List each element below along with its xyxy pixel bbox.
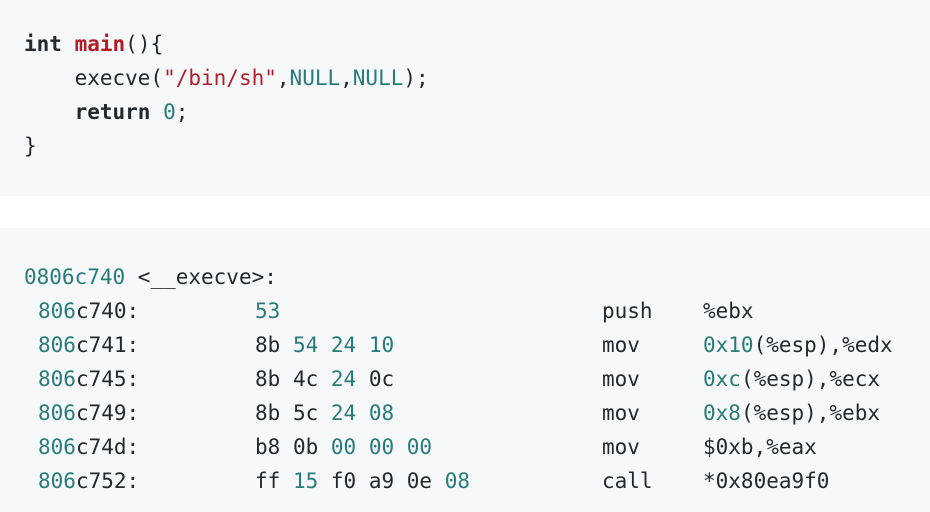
instruction-byte: 0e [406,469,445,493]
disassembly-code-block: 0806c740 <__execve>: 806c740: 53 push %ebx 8… [0,228,930,512]
code-punct: ); [403,66,429,90]
code-line-1: int main(){ [24,27,163,61]
disassembly-row: 806c752: ff 15 f0 a9 0e 08 call *0x80ea9f0 [0,464,930,498]
function-call-execve: execve( [74,66,164,90]
instruction-byte: 0c [368,367,395,391]
string-literal: "/bin/sh" [163,66,277,90]
instruction-byte: 00 [406,435,433,459]
code-punct: , [340,66,353,90]
instruction-byte: 0b [292,435,331,459]
instruction-byte: 00 [368,435,407,459]
null-constant: NULL [289,66,341,90]
instruction-address: 806c74d: [38,435,140,459]
instruction-mnemonic: call [602,469,653,493]
instruction-byte: 08 [444,469,470,493]
instruction-byte: 8b [255,367,293,391]
code-line-2: execve("/bin/sh",NULL,NULL); [24,61,429,95]
disassembly-row: 806c740: 53 push %ebx [0,294,930,328]
function-label: <__execve>: [125,265,277,289]
instruction-mnemonic: mov [602,401,640,425]
disassembly-header: 0806c740 <__execve>: [24,260,277,294]
instruction-address: 806c740: [38,299,140,323]
code-punct: , [276,66,290,90]
code-line-4: } [24,129,37,163]
instruction-byte: 24 [330,367,369,391]
instruction-byte: f0 [330,469,369,493]
number-literal: 0 [163,100,176,124]
instruction-byte: 24 [330,333,369,357]
instruction-bytes: 8b 54 24 10 [255,328,394,362]
code-line-3: return 0; [24,95,189,129]
instruction-byte: 15 [292,469,331,493]
instruction-byte: a9 [368,469,407,493]
disassembly-row: 806c749: 8b 5c 24 08 mov 0x8(%esp),%ebx [0,396,930,430]
disassembly-row: 806c745: 8b 4c 24 0c mov 0xc(%esp),%ecx [0,362,930,396]
c-source-code-block: int main(){ execve("/bin/sh",NULL,NULL);… [0,0,930,196]
instruction-mnemonic: mov [602,367,640,391]
instruction-operands: *0x80ea9f0 [703,469,830,493]
instruction-operands: 0xc(%esp),%ecx [703,367,881,391]
instruction-byte: 24 [330,401,369,425]
instruction-operands: %ebx [703,299,754,323]
disassembly-row: 806c74d: b8 0b 00 00 00 mov $0xb,%eax [0,430,930,464]
instruction-byte: 5c [292,401,331,425]
instruction-byte: b8 [255,435,293,459]
instruction-address: 806c749: [38,401,140,425]
instruction-byte: 10 [368,333,395,357]
instruction-byte: 4c [292,367,331,391]
disassembly-row: 806c741: 8b 54 24 10 mov 0x10(%esp),%edx [0,328,930,362]
instruction-bytes: 8b 4c 24 0c [255,362,394,396]
instruction-byte: 54 [292,333,331,357]
instruction-bytes: ff 15 f0 a9 0e 08 [255,464,470,498]
instruction-operands: 0x10(%esp),%edx [703,333,893,357]
keyword-int: int [24,32,62,56]
function-name-main: main [74,32,126,56]
code-punct: ; [175,100,189,124]
instruction-address: 806c752: [38,469,140,493]
closing-brace: } [24,134,37,158]
instruction-address: 806c745: [38,367,140,391]
instruction-byte: 53 [255,299,281,323]
function-address: 0806c740 [24,265,126,289]
null-constant: NULL [352,66,404,90]
instruction-operands: $0xb,%eax [703,435,817,459]
instruction-bytes: 53 [255,294,280,328]
instruction-mnemonic: mov [602,435,640,459]
instruction-byte: 08 [368,401,395,425]
instruction-mnemonic: mov [602,333,640,357]
keyword-return: return [74,100,151,124]
instruction-byte: 00 [330,435,369,459]
instruction-byte: ff [255,469,293,493]
instruction-byte: 8b [255,333,293,357]
instruction-operands: 0x8(%esp),%ebx [703,401,881,425]
instruction-mnemonic: push [602,299,653,323]
code-punct: (){ [125,32,164,56]
instruction-bytes: b8 0b 00 00 00 [255,430,432,464]
instruction-address: 806c741: [38,333,140,357]
instruction-bytes: 8b 5c 24 08 [255,396,394,430]
instruction-byte: 8b [255,401,293,425]
